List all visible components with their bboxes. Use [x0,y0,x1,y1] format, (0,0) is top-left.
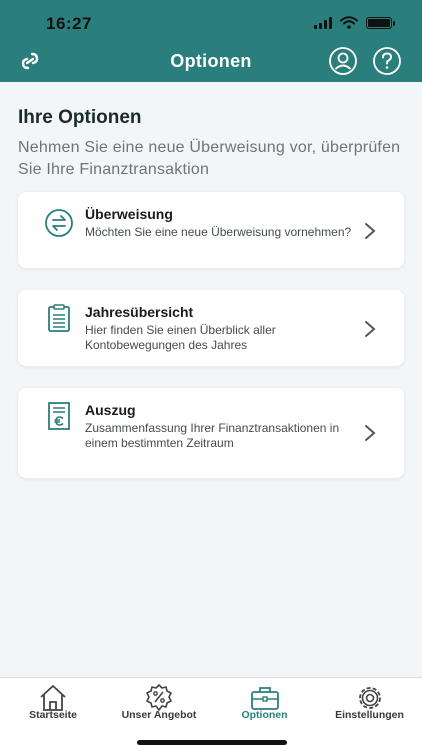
clipboard-icon [48,304,70,332]
user-profile-icon[interactable] [328,46,358,76]
home-indicator [137,740,287,745]
option-title: Jahresübersicht [85,304,194,320]
battery-icon [366,16,395,29]
statement-euro-icon [48,402,70,430]
status-icons [314,16,395,29]
option-card-statement[interactable]: Auszug Zusammenfassung Ihrer Finanztrans… [18,388,404,478]
option-description: Zusammenfassung Ihrer Finanztransaktione… [85,421,340,450]
tab-label: Startseite [29,709,77,721]
option-description: Hier finden Sie einen Überblick aller Ko… [85,323,276,352]
home-icon [40,685,66,711]
transfer-icon [45,209,73,237]
option-card-transfer[interactable]: Überweisung Möchten Sie eine neue Überwe… [18,192,404,268]
page-title: Ihre Optionen [18,107,142,128]
wifi-icon [340,16,358,29]
option-title: Auszug [85,402,136,418]
page-header-title: Optionen [170,51,252,71]
header-bar: 16:27 Optionen [0,0,422,82]
chevron-right-icon [365,425,376,441]
option-description: Möchten Sie eine neue Überweisung vorneh… [85,225,352,239]
percent-badge-icon [146,684,172,711]
tab-label: Einstellungen [335,709,404,721]
chevron-right-icon [365,223,376,239]
tab-label: Unser Angebot [121,709,197,721]
intro-section: Ihre Optionen Nehmen Sie eine neue Überw… [18,107,404,181]
page-subtitle: Nehmen Sie eine neue Überweisung vor, üb… [18,139,401,178]
tab-startseite[interactable]: Startseite [0,678,106,750]
option-title: Überweisung [85,206,173,222]
gear-icon [358,687,381,709]
status-time: 16:27 [46,14,92,33]
tab-label: Optionen [241,709,288,721]
tab-einstellungen[interactable]: Einstellungen [317,678,422,750]
chevron-right-icon [365,321,376,337]
signal-icon [314,16,332,29]
briefcase-icon [250,687,279,710]
option-card-annual-overview[interactable]: Jahresübersicht Hier finden Sie einen Üb… [18,290,404,366]
help-icon[interactable] [372,46,402,76]
